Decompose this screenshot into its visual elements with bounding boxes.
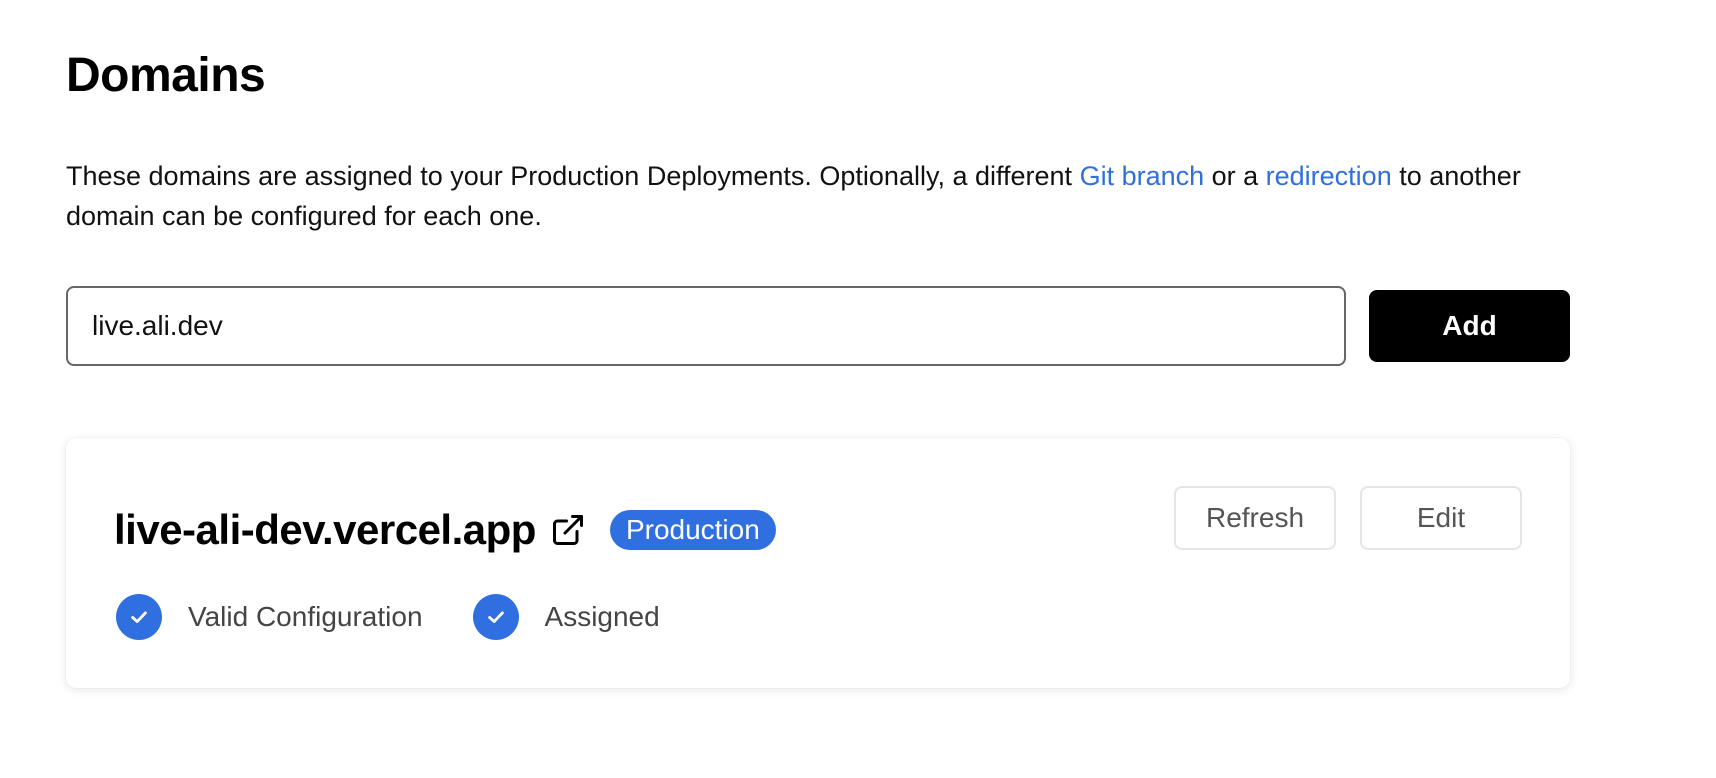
description-text: or a: [1204, 161, 1266, 191]
page-title: Domains: [66, 49, 266, 102]
domain-input[interactable]: [66, 286, 1346, 366]
description-text: These domains are assigned to your Produ…: [66, 161, 1080, 191]
status-row: Valid Configuration Assigned: [116, 594, 710, 640]
domain-name-link[interactable]: live-ali-dev.vercel.app: [114, 506, 536, 554]
page-description: These domains are assigned to your Produ…: [66, 156, 1586, 236]
status-assigned: Assigned: [472, 594, 660, 640]
domain-card-actions: Refresh Edit: [1174, 486, 1522, 550]
refresh-button[interactable]: Refresh: [1174, 486, 1336, 550]
git-branch-link[interactable]: Git branch: [1080, 161, 1205, 191]
check-circle-icon: [472, 594, 519, 640]
status-label: Valid Configuration: [188, 601, 423, 632]
add-button[interactable]: Add: [1369, 290, 1570, 362]
external-link-icon[interactable]: [550, 512, 586, 548]
check-circle-icon: [116, 594, 162, 640]
domains-page: Domains These domains are assigned to yo…: [0, 0, 1716, 778]
domain-card: live-ali-dev.vercel.app Production Refre…: [66, 438, 1570, 688]
status-label: Assigned: [544, 601, 660, 632]
domain-card-header: live-ali-dev.vercel.app Production: [114, 502, 776, 558]
edit-button[interactable]: Edit: [1360, 486, 1522, 550]
status-valid-configuration: Valid Configuration: [116, 594, 423, 640]
production-badge: Production: [609, 510, 776, 550]
redirection-link[interactable]: redirection: [1266, 161, 1392, 191]
